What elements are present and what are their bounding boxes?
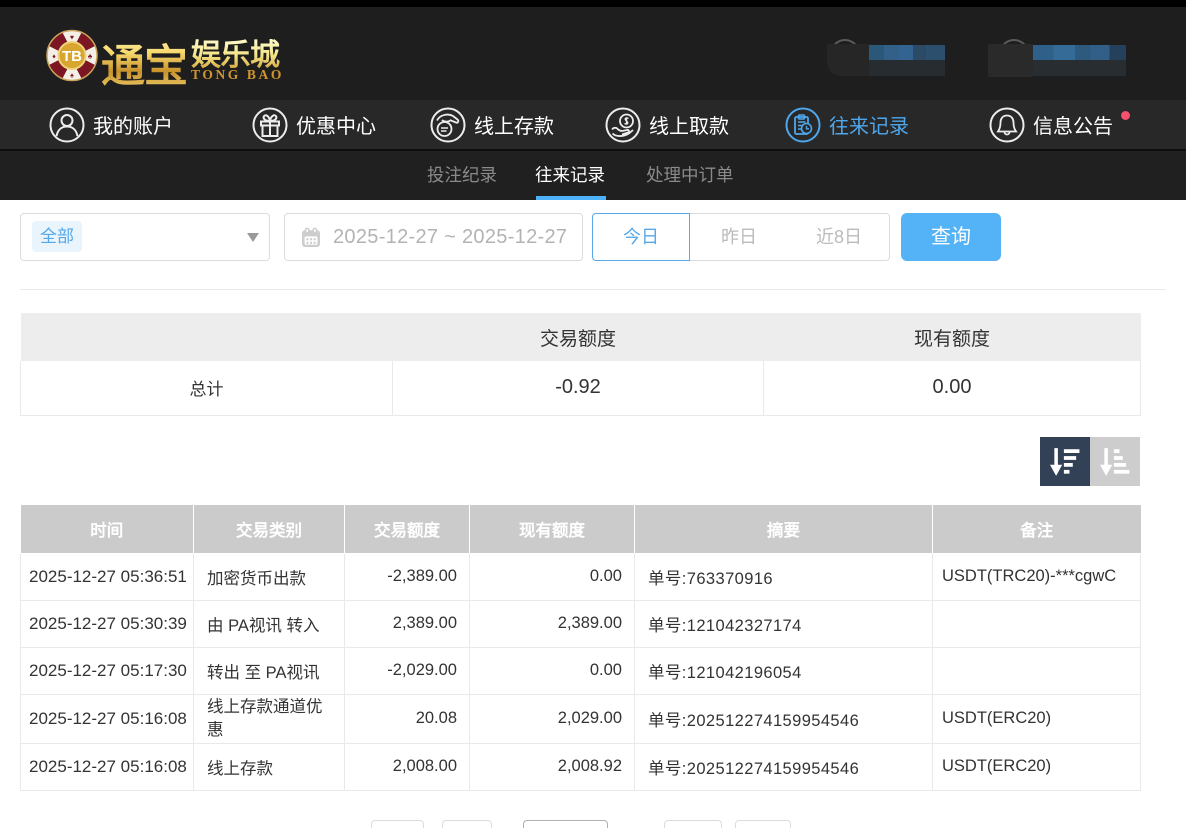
svg-text:♥: ♥ [70,35,74,42]
svg-text:♦: ♦ [52,54,56,61]
svg-text:♣: ♣ [88,54,93,61]
svg-text:♠: ♠ [70,73,74,80]
svg-text:TB: TB [62,48,82,65]
